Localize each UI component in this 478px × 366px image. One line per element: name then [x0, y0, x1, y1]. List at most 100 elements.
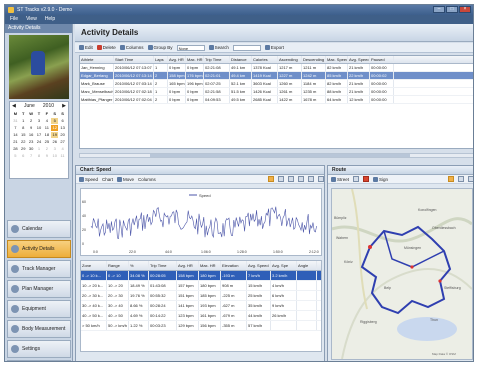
calendar-day[interactable]: 8: [36, 153, 43, 159]
calendar-day[interactable]: 23: [28, 139, 35, 145]
print-icon[interactable]: [298, 176, 304, 182]
lap-marker-icon[interactable]: [438, 279, 442, 283]
edit-button[interactable]: Edit: [79, 45, 93, 50]
table-row[interactable]: Edgar_Berlang 2010/06/12 07:13:14 2 158 bpm…: [80, 72, 473, 80]
calendar-day[interactable]: 17: [36, 132, 43, 138]
delete-button[interactable]: Delete: [96, 45, 116, 50]
menu-file[interactable]: File: [10, 15, 18, 24]
calendar-day[interactable]: 4: [59, 146, 66, 152]
export-button[interactable]: Export: [264, 45, 284, 50]
calendar-day[interactable]: 9: [43, 153, 50, 159]
menu-help[interactable]: Help: [45, 15, 55, 24]
search-button[interactable]: Search: [208, 45, 229, 50]
calendar-day[interactable]: 30: [28, 146, 35, 152]
zone-row[interactable]: 20 -> 30 k... 20 -> 30 19.76 % 00:55:32 151 …: [81, 291, 321, 301]
refresh-icon[interactable]: [353, 176, 360, 182]
table-row[interactable]: Mark_Brause 2010/06/12 07:03:14 2 165 bpm 19…: [80, 80, 473, 88]
columns-button[interactable]: Columns: [119, 45, 144, 50]
next-month-icon[interactable]: ▶: [62, 103, 66, 109]
calendar-day[interactable]: 18: [43, 132, 50, 138]
search-input[interactable]: [232, 44, 261, 51]
zone-row[interactable]: 40 -> 50 k... 40 -> 50 4.69 % 00:14:22 123 b…: [81, 311, 321, 321]
calendar-day[interactable]: 9: [28, 125, 35, 131]
calendar-day[interactable]: 26: [51, 139, 58, 145]
settings-icon[interactable]: [318, 176, 324, 182]
sidebar-item-activity-details[interactable]: Activity Details: [7, 240, 71, 258]
calendar-day[interactable]: 2: [43, 146, 50, 152]
calendar-day[interactable]: 31: [12, 118, 19, 124]
table-horizontal-scrollbar[interactable]: [79, 153, 473, 158]
map-type-dropdown[interactable]: Street: [331, 176, 349, 182]
calendar-day[interactable]: 6: [59, 118, 66, 124]
menu-view[interactable]: View: [26, 15, 37, 24]
zone-table-header[interactable]: Zone Range% Trip Time Avg. HR Max. HR Elevati…: [81, 261, 321, 271]
group-by-select[interactable]: None: [176, 44, 205, 51]
group-by-button[interactable]: Group By: [147, 45, 173, 50]
pan-right-icon[interactable]: [288, 176, 294, 182]
calendar-day[interactable]: 28: [12, 146, 19, 152]
route-map[interactable]: Wabern Bümpliz Köniz Belp Münsingen Thun…: [331, 188, 473, 360]
table-row[interactable]: Matthias_Pfanger 2010/06/12 07:02:04 2 0 bp…: [80, 96, 473, 104]
calendar-day[interactable]: 2: [28, 118, 35, 124]
calendar-day[interactable]: 1: [36, 146, 43, 152]
stop-icon[interactable]: [363, 176, 370, 182]
sidebar-item-equipment[interactable]: Equipment: [7, 300, 71, 318]
calendar-day[interactable]: 11: [59, 153, 66, 159]
chart-dropdown[interactable]: Chart: [102, 177, 113, 182]
calendar-day[interactable]: 25: [43, 139, 50, 145]
zone-row[interactable]: 10 -> 20 k... 10 -> 20 18.49 % 01:43:08 157 …: [81, 281, 321, 291]
calendar-day[interactable]: 20: [59, 132, 66, 138]
start-marker-icon[interactable]: [368, 245, 372, 249]
sidebar-item-online[interactable]: Online: [7, 360, 71, 361]
calendar-day[interactable]: 7: [28, 153, 35, 159]
close-button[interactable]: ×: [459, 6, 471, 13]
calendar-day[interactable]: 1: [20, 118, 27, 124]
calendar-day[interactable]: 6: [20, 153, 27, 159]
save-icon[interactable]: [308, 176, 314, 182]
maximize-button[interactable]: □: [446, 6, 458, 13]
table-row[interactable]: Marc_Menselbach1 2010/06/12 07:02:18 1 0 bp…: [80, 88, 473, 96]
speed-dropdown[interactable]: Speed: [79, 176, 98, 182]
calendar-day[interactable]: 3: [51, 146, 58, 152]
calendar-day[interactable]: 5: [51, 118, 59, 124]
calendar-day[interactable]: 15: [20, 132, 27, 138]
calendar-day[interactable]: 7: [12, 125, 19, 131]
scrollbar-thumb[interactable]: [150, 154, 410, 157]
chart-columns-button[interactable]: Columns: [138, 177, 156, 182]
sidebar-item-track-manager[interactable]: Track Manager: [7, 260, 71, 278]
move-dropdown[interactable]: Move: [117, 176, 134, 182]
speed-chart[interactable]: Speed 0:0 22:0 44:0 1:06:0 1:28:0 1:50:0 2:12:…: [80, 188, 322, 256]
zone-row[interactable]: 0 -> 10 k... 0 -> 10 34.08 % 00:28:05 158 bp…: [81, 271, 321, 281]
map-zoom-icon[interactable]: [448, 176, 454, 182]
calendar-day[interactable]: 12: [51, 125, 59, 131]
sidebar-item-calendar[interactable]: Calendar: [7, 220, 71, 238]
map-print-icon[interactable]: [468, 176, 473, 182]
calendar-day[interactable]: 16: [28, 132, 35, 138]
calendar-day[interactable]: 5: [12, 153, 19, 159]
table-header[interactable]: Athlete Start Time Laps Avg. HR Max. HR Trip …: [80, 56, 473, 64]
map-pan-icon[interactable]: [458, 176, 464, 182]
sidebar-item-plan-manager[interactable]: Plan Manager: [7, 280, 71, 298]
calendar-day[interactable]: 14: [12, 132, 19, 138]
calendar-day[interactable]: 13: [59, 125, 66, 131]
sidebar-item-body-measurement[interactable]: Body Measurement: [7, 320, 71, 338]
sidebar-item-settings[interactable]: Settings: [7, 340, 71, 358]
sign-button[interactable]: Sign: [373, 176, 388, 182]
calendar-day[interactable]: 3: [36, 118, 43, 124]
calendar-day[interactable]: 21: [12, 139, 19, 145]
zone-row[interactable]: > 50 km/h 50 -> km/h 1.22 % 00:03:23 129 bpm…: [81, 321, 321, 331]
minimize-button[interactable]: –: [433, 6, 445, 13]
table-row[interactable]: Jan_Henning 2010/06/12 07:13:07 1 0 bpm 0 bp…: [80, 64, 473, 72]
zoom-tool-icon[interactable]: [268, 176, 274, 182]
calendar-day[interactable]: 19: [51, 132, 59, 138]
calendar-day[interactable]: 22: [20, 139, 27, 145]
calendar-day[interactable]: 10: [36, 125, 43, 131]
calendar-day[interactable]: 24: [36, 139, 43, 145]
pan-left-icon[interactable]: [278, 176, 284, 182]
calendar-day[interactable]: 8: [20, 125, 27, 131]
calendar-day[interactable]: 4: [43, 118, 50, 124]
calendar-day[interactable]: 29: [20, 146, 27, 152]
calendar-day[interactable]: 10: [51, 153, 58, 159]
calendar-day[interactable]: 27: [59, 139, 66, 145]
prev-month-icon[interactable]: ◀: [12, 103, 16, 109]
